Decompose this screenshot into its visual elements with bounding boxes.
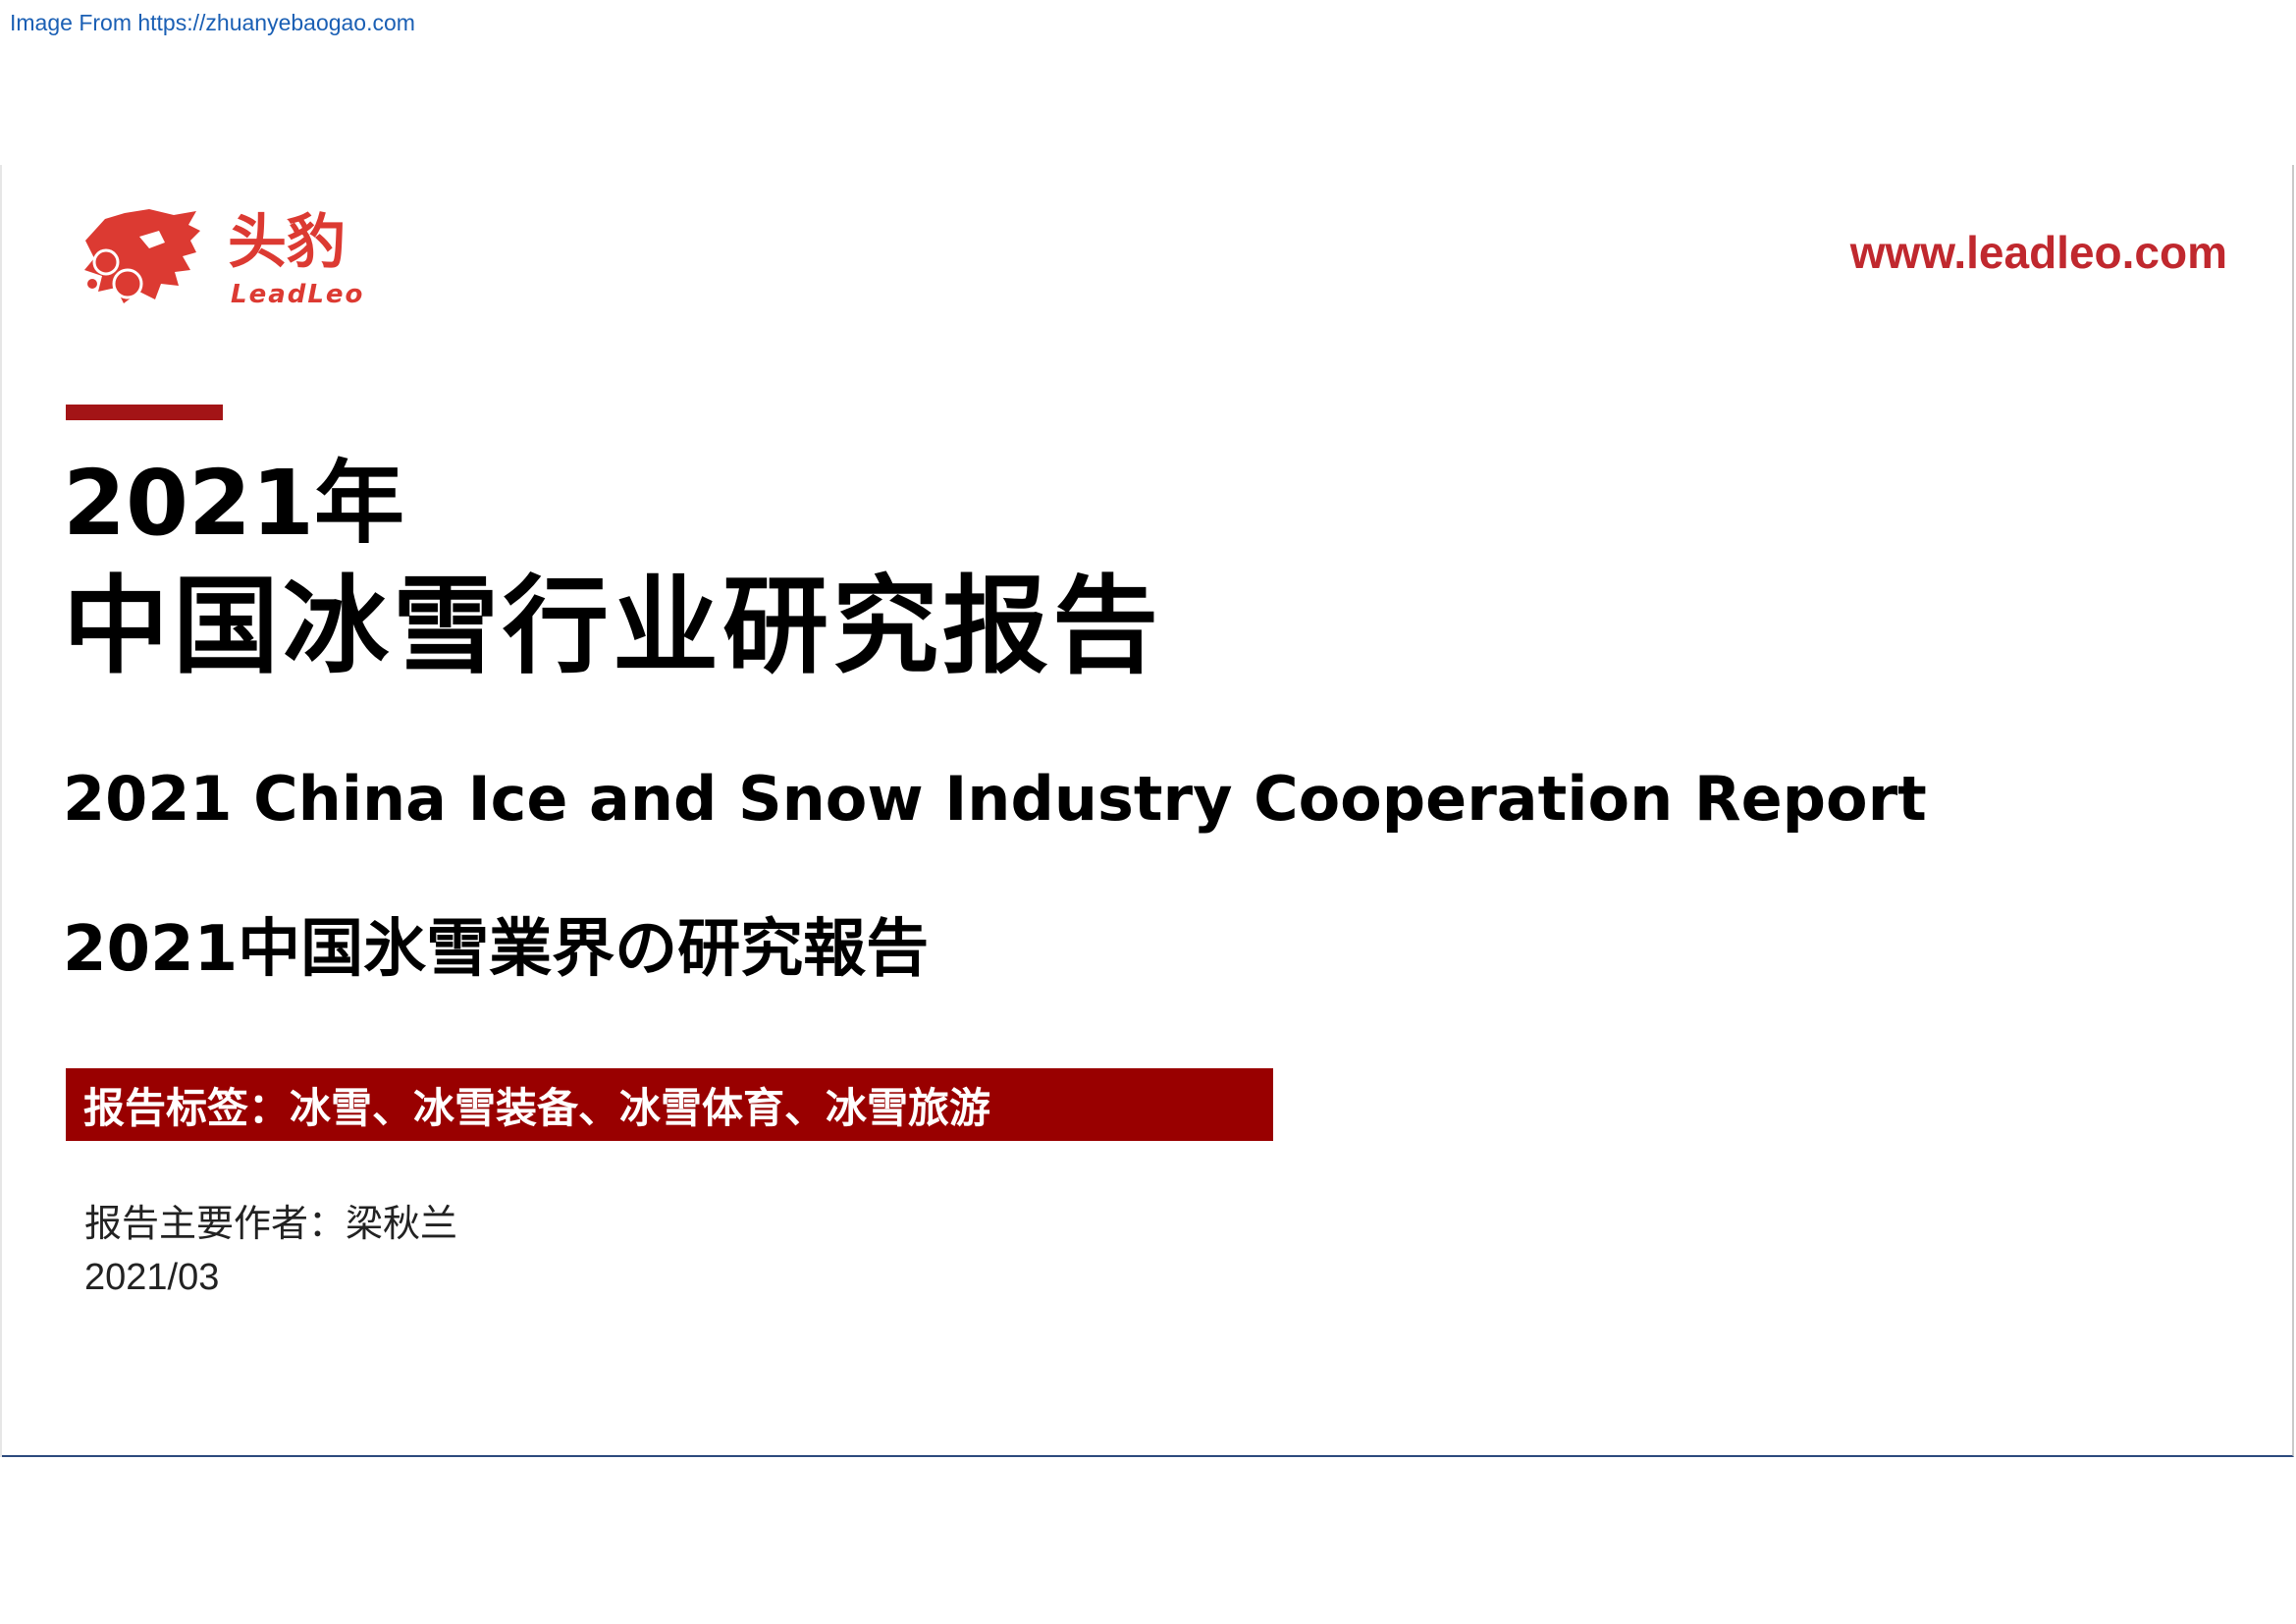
report-date: 2021/03 <box>84 1257 220 1298</box>
title-year: 2021年 <box>63 451 405 556</box>
tags-banner: 报告标签：冰雪、冰雪装备、冰雪体育、冰雪旅游 <box>66 1068 1273 1141</box>
leadleo-logo: 头豹 LeadLeo <box>80 201 375 319</box>
author-line: 报告主要作者：梁秋兰 <box>84 1202 458 1245</box>
title-main-cn: 中国冰雪行业研究报告 <box>63 566 1163 688</box>
logo-name-en: LeadLeo <box>231 280 364 309</box>
accent-bar <box>66 405 223 420</box>
site-url[interactable]: www.leadleo.com <box>1850 226 2227 279</box>
leopard-head-icon: 头豹 LeadLeo <box>84 208 364 309</box>
slide-edge <box>0 165 2 1457</box>
title-english: 2021 China Ice and Snow Industry Coopera… <box>63 763 1927 835</box>
source-link[interactable]: Image From https://zhuanyebaogao.com <box>10 10 415 36</box>
title-japanese: 2021中国氷雪業界の研究報告 <box>63 913 930 986</box>
logo-name-cn: 头豹 <box>228 208 346 277</box>
tags-banner-text: 报告标签：冰雪、冰雪装备、冰雪体育、冰雪旅游 <box>83 1083 991 1132</box>
